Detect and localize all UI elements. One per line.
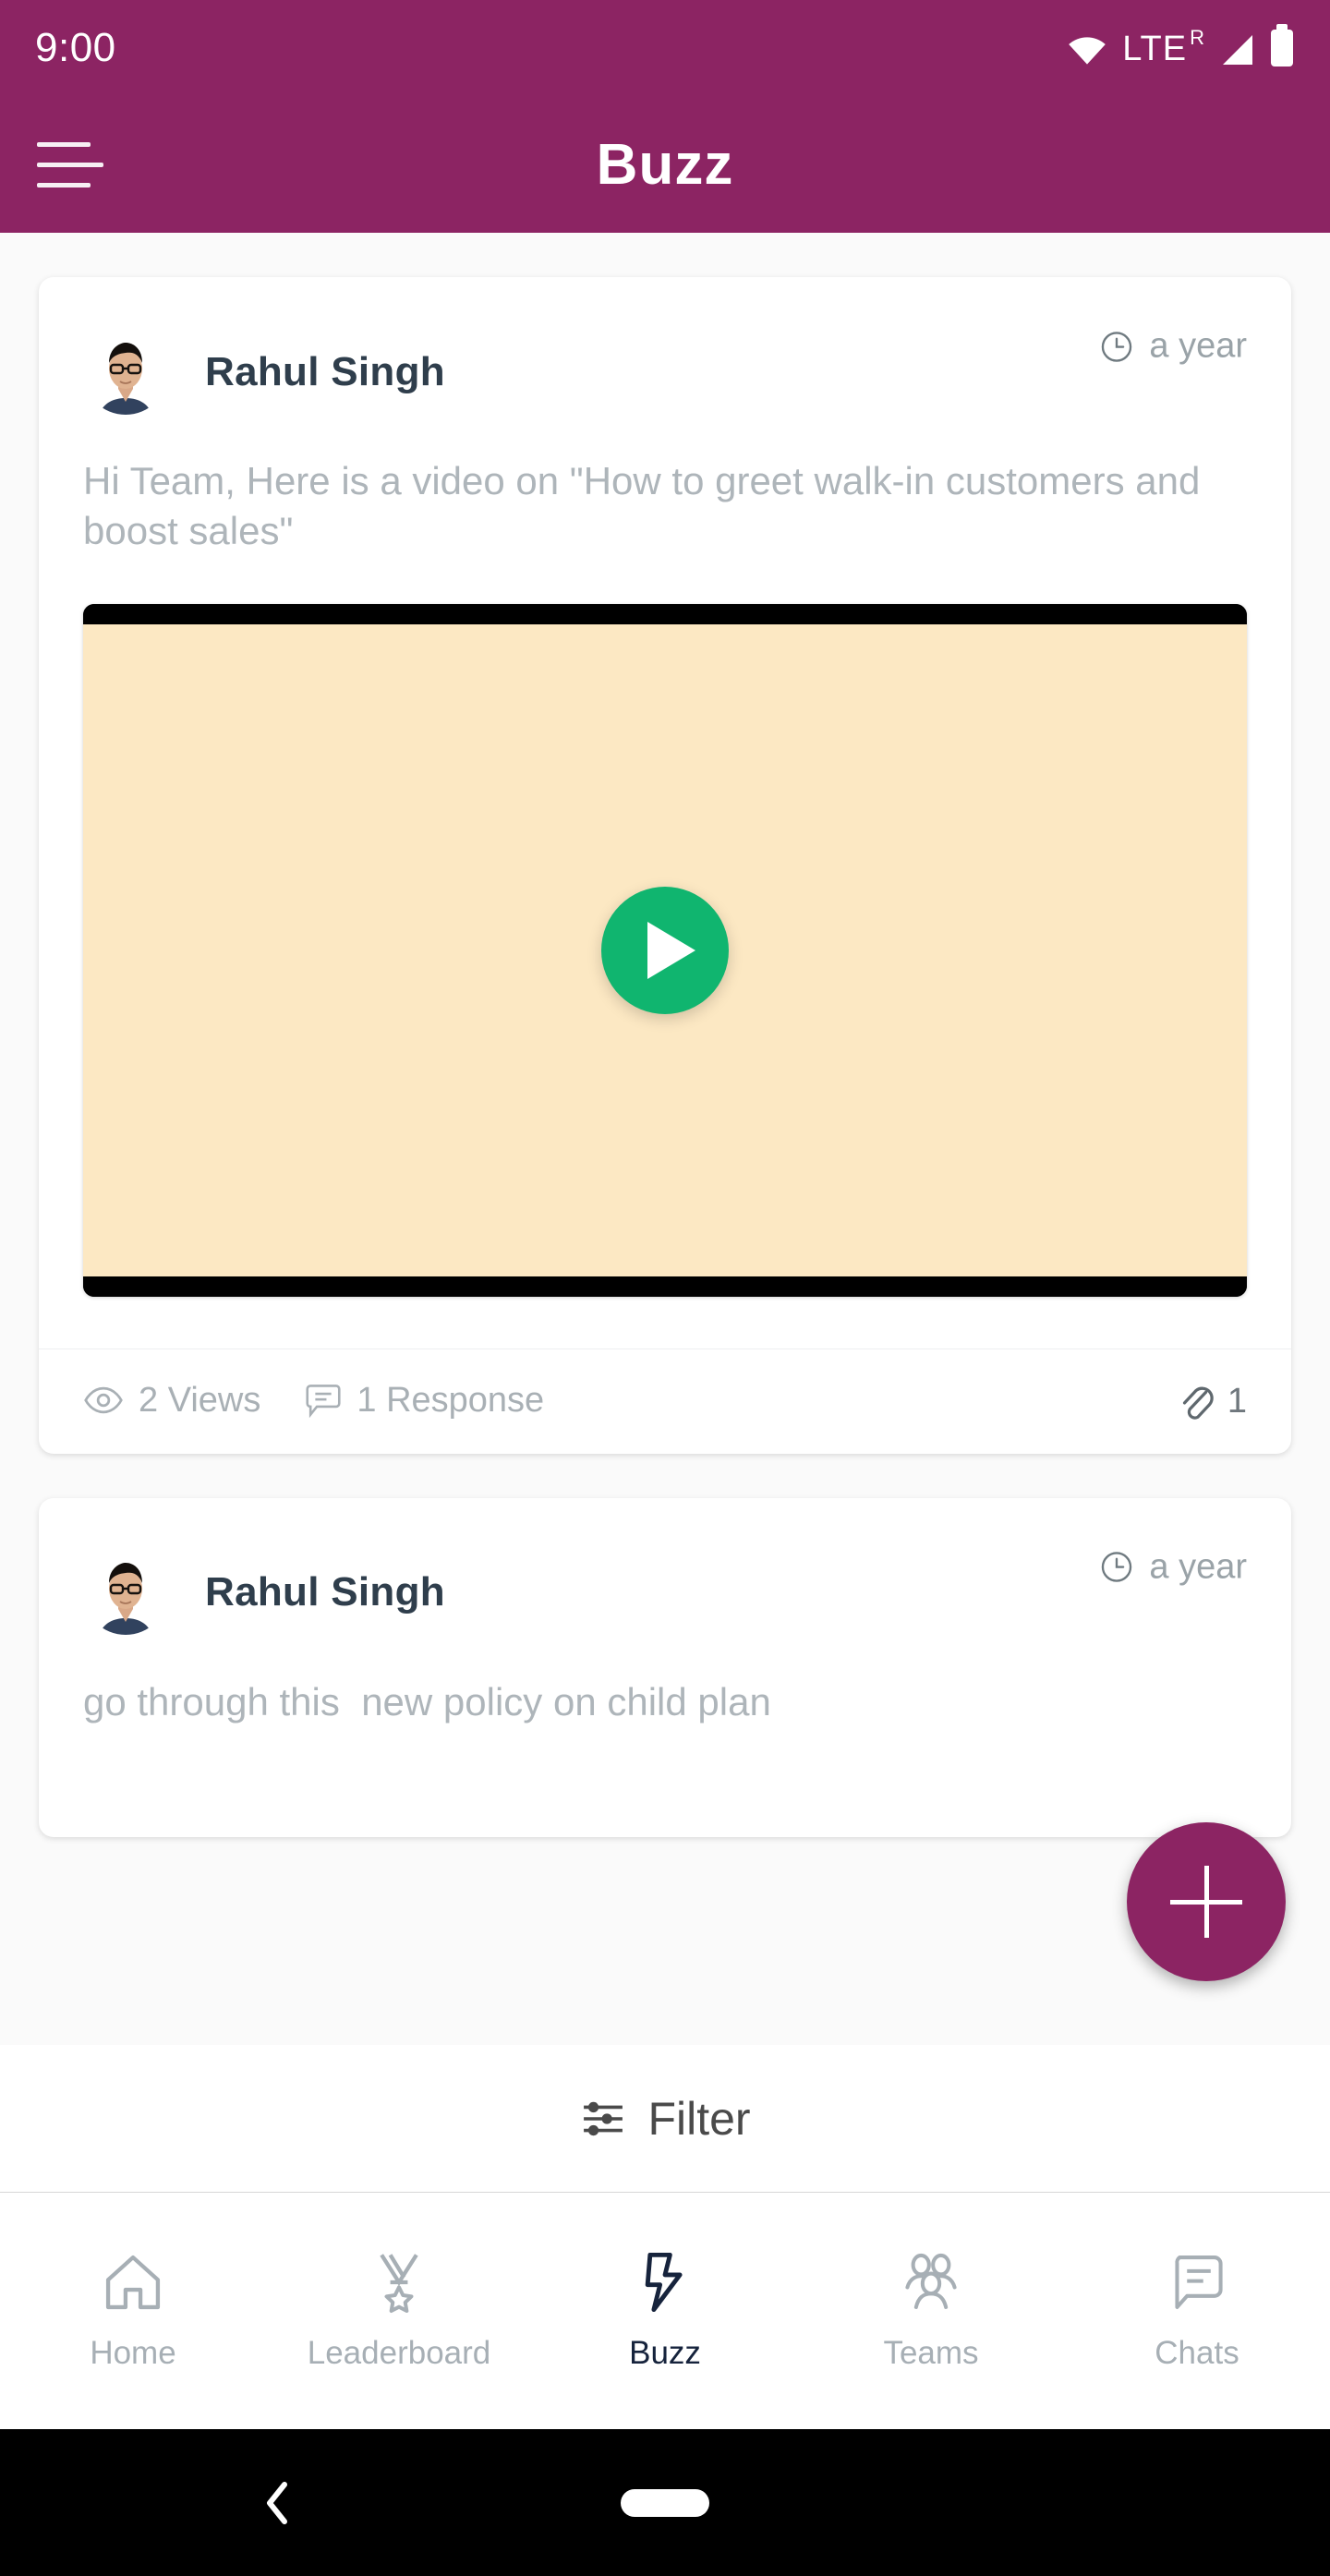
- eye-icon: [84, 1386, 123, 1414]
- avatar-photo: [83, 329, 168, 415]
- nav-item-buzz[interactable]: Buzz: [532, 2250, 798, 2372]
- post-time-text: a year: [1149, 1547, 1247, 1586]
- back-chevron-icon[interactable]: [249, 2475, 305, 2531]
- post-body-text: Hi Team, Here is a video on "How to gree…: [83, 459, 1211, 552]
- hamburger-menu-icon[interactable]: [37, 135, 103, 194]
- avatar-photo: [83, 1550, 168, 1635]
- wifi-icon: [1069, 37, 1106, 65]
- post-card[interactable]: Rahul Singh a year Hi Team, Here is a vi…: [39, 277, 1291, 1454]
- hamburger-line: [37, 182, 91, 187]
- chat-bubble-icon: [1175, 2256, 1223, 2309]
- nav-item-home[interactable]: Home: [0, 2250, 266, 2372]
- clock-icon: [1102, 1552, 1132, 1582]
- responses-stat[interactable]: 1 Response: [305, 1381, 544, 1421]
- nav-item-teams[interactable]: Teams: [798, 2250, 1064, 2372]
- avatar[interactable]: [83, 329, 168, 415]
- lightning-bolt-icon: [645, 2252, 683, 2313]
- post-timestamp: a year: [1099, 1547, 1247, 1587]
- views-count: 2 Views: [139, 1380, 261, 1420]
- android-navigation-bar: [0, 2429, 1330, 2576]
- comment-icon: [306, 1385, 341, 1418]
- post-author: Rahul Singh: [205, 348, 445, 394]
- bottom-navigation: Home Leaderboard Buzz Teams Chats: [0, 2193, 1330, 2429]
- views-stat[interactable]: 2 Views: [83, 1381, 260, 1421]
- post-footer: 2 Views 1 Response 1: [39, 1348, 1291, 1454]
- signal-icon: [1223, 35, 1252, 65]
- hamburger-line: [37, 141, 91, 147]
- post-video-player[interactable]: [83, 603, 1247, 1297]
- post-header: Rahul Singh a year: [39, 1498, 1291, 1637]
- attachment-count: 1: [1227, 1381, 1247, 1421]
- play-triangle: [647, 921, 695, 979]
- clock-icon: [1102, 331, 1132, 362]
- plus-icon: [1170, 1866, 1242, 1938]
- nav-label-teams: Teams: [883, 2335, 979, 2371]
- avatar[interactable]: [83, 1550, 168, 1635]
- responses-count: 1 Response: [357, 1380, 545, 1420]
- feed-scroll-area[interactable]: Rahul Singh a year Hi Team, Here is a vi…: [0, 233, 1330, 2098]
- play-icon[interactable]: [601, 886, 729, 1014]
- post-card[interactable]: Rahul Singh a year go through this new p…: [39, 1497, 1291, 1838]
- nav-item-chats[interactable]: Chats: [1064, 2250, 1330, 2372]
- home-pill-icon[interactable]: [621, 2488, 709, 2517]
- video-letterbox-top: [83, 603, 1247, 624]
- add-post-fab[interactable]: [1127, 1822, 1286, 1981]
- filter-button[interactable]: Filter: [0, 2045, 1330, 2193]
- page-title: Buzz: [596, 132, 734, 197]
- post-spacer: [39, 1726, 1291, 1837]
- tune-icon: [584, 2101, 623, 2135]
- nav-label-leaderboard: Leaderboard: [307, 2335, 491, 2371]
- video-thumbnail: [83, 623, 1247, 1276]
- filter-label: Filter: [647, 2092, 751, 2145]
- roaming-indicator: R: [1190, 26, 1204, 49]
- post-author: Rahul Singh: [205, 1569, 445, 1615]
- app-bar: Buzz: [0, 96, 1330, 233]
- nav-label-buzz: Buzz: [629, 2335, 701, 2371]
- status-time: 9:00: [35, 25, 116, 70]
- post-time-text: a year: [1149, 326, 1247, 366]
- post-header: Rahul Singh a year: [39, 277, 1291, 416]
- medal-icon: [380, 2254, 418, 2313]
- people-icon: [905, 2253, 957, 2309]
- nav-item-leaderboard[interactable]: Leaderboard: [266, 2250, 532, 2372]
- status-icons: LTE R: [1067, 24, 1293, 68]
- network-type: LTE R: [1122, 26, 1204, 68]
- post-timestamp: a year: [1099, 327, 1247, 367]
- attachment-stat[interactable]: 1: [1176, 1380, 1247, 1422]
- network-label: LTE: [1122, 30, 1188, 68]
- nav-label-chats: Chats: [1155, 2335, 1239, 2371]
- back-chevron-glyph: [267, 2481, 287, 2524]
- battery-icon: [1271, 24, 1293, 67]
- nav-label-home: Home: [90, 2335, 176, 2371]
- paperclip-icon: [1182, 1386, 1214, 1420]
- status-bar: 9:00 LTE R: [0, 0, 1330, 96]
- video-letterbox-bottom: [83, 1276, 1247, 1297]
- home-icon: [105, 2255, 161, 2310]
- post-body-text: go through this new policy on child plan: [83, 1679, 771, 1723]
- hamburger-line: [37, 162, 103, 167]
